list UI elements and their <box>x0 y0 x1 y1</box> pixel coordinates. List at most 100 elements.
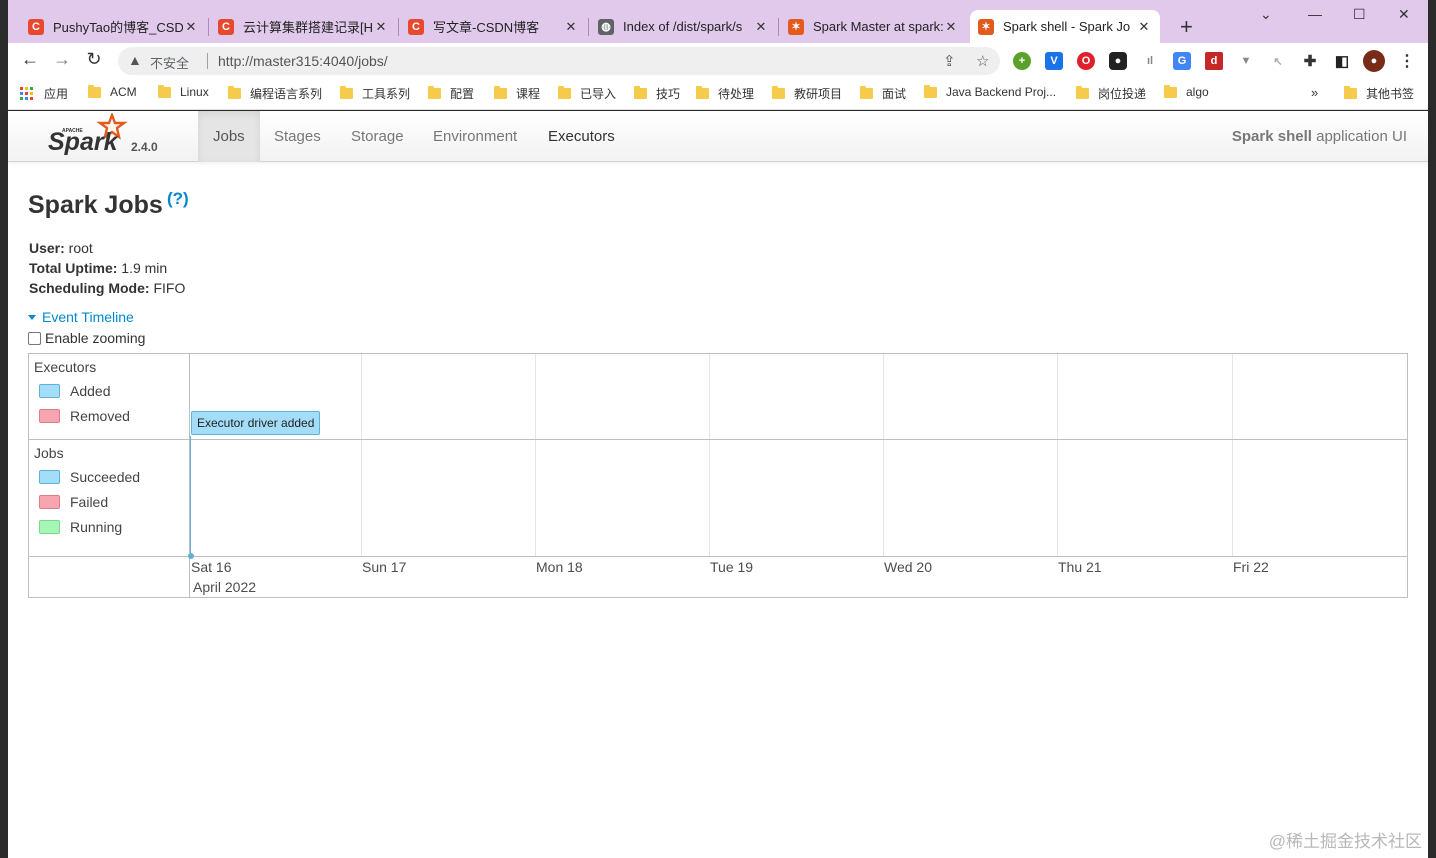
extension-v-icon[interactable]: V <box>1045 52 1063 70</box>
bookmark-label: ACM <box>110 85 137 99</box>
folder-icon <box>1076 86 1089 99</box>
close-tab-icon[interactable]: ✕ <box>373 19 389 35</box>
extension-opera-icon[interactable]: O <box>1077 52 1095 70</box>
reload-icon[interactable]: ↻ <box>82 49 106 70</box>
spark-navbar: APACHE Spark 2.4.0 Jobs Stages Storage Envi… <box>8 111 1428 162</box>
browser-tab[interactable]: ◍ Index of /dist/spark/s ✕ <box>590 10 777 43</box>
close-tab-icon[interactable]: ✕ <box>563 19 579 35</box>
enable-zooming[interactable]: Enable zooming <box>28 330 145 346</box>
tab-title: Index of /dist/spark/s <box>623 19 743 34</box>
bookmark-folder[interactable]: 编程语言系列 <box>228 85 322 102</box>
axis-day-label: Tue 19 <box>710 559 754 575</box>
user-label: User: <box>29 240 65 256</box>
spark-page: APACHE Spark 2.4.0 Jobs Stages Storage Envi… <box>8 111 1428 858</box>
browser-tab[interactable]: ✶ Spark shell - Spark Jo ✕ <box>970 10 1160 43</box>
browser-tab[interactable]: C 云计算集群搭建记录[Ha ✕ <box>210 10 397 43</box>
bookmark-folder[interactable]: 待处理 <box>696 85 754 102</box>
spark-version: 2.4.0 <box>131 140 158 154</box>
folder-icon <box>340 86 353 99</box>
extension-bars-icon[interactable]: ıl <box>1141 52 1159 70</box>
apps-shortcut[interactable]: 应用 <box>20 85 68 102</box>
timeline-gridline <box>1232 354 1233 557</box>
bookmark-folder[interactable]: 面试 <box>860 85 906 102</box>
event-timeline-toggle[interactable]: Event Timeline <box>28 309 134 325</box>
bookmark-folder[interactable]: 配置 <box>428 85 474 102</box>
bookmark-folder[interactable]: Java Backend Proj... <box>924 84 1056 99</box>
bookmark-folder[interactable]: Linux <box>158 84 209 99</box>
tab-title: PushyTao的博客_CSDN <box>53 20 183 35</box>
nav-tab-jobs[interactable]: Jobs <box>198 111 260 162</box>
browser-tab[interactable]: C PushyTao的博客_CSDN ✕ <box>20 10 207 43</box>
bookmark-folder[interactable]: 已导入 <box>558 85 616 102</box>
extension-plus-icon[interactable]: + <box>1013 52 1031 70</box>
bookmark-folder[interactable]: 工具系列 <box>340 85 410 102</box>
extension-translate-icon[interactable]: G <box>1173 52 1191 70</box>
bookmark-folder[interactable]: 教研项目 <box>772 85 842 102</box>
browser-tab-strip: C PushyTao的博客_CSDN ✕ C 云计算集群搭建记录[Ha ✕ C 写文章-CSD… <box>8 0 1428 43</box>
timeline-group-labels: Executors Added Removed Jobs Succeeded Fai… <box>29 354 190 597</box>
application-name: Spark shell application UI <box>1232 128 1407 145</box>
side-panel-icon[interactable]: ◧ <box>1333 52 1351 70</box>
folder-icon <box>228 86 241 99</box>
menu-dots-icon[interactable]: ⋮ <box>1398 52 1416 70</box>
csdn-icon: C <box>28 18 44 35</box>
nav-tab-stages[interactable]: Stages <box>259 111 336 162</box>
nav-tab-executors[interactable]: Executors <box>533 111 630 162</box>
extension-red-square-icon[interactable]: d <box>1205 52 1223 70</box>
help-link[interactable]: (?) <box>167 189 189 209</box>
more-bookmarks-button[interactable]: » <box>1311 85 1318 100</box>
bookmark-folder[interactable]: 课程 <box>494 85 540 102</box>
legend-item-added: Added <box>39 383 110 399</box>
address-bar[interactable]: ▲ 不安全 http://master315:4040/jobs/ ⇪ ☆ <box>118 47 1000 75</box>
legend-label: Added <box>70 383 111 399</box>
extension-eyes-icon[interactable]: ● <box>1109 52 1127 70</box>
close-window-icon[interactable]: ✕ <box>1398 6 1410 23</box>
executor-added-event[interactable]: Executor driver added <box>191 411 321 435</box>
minimize-icon[interactable]: — <box>1308 6 1322 22</box>
bookmark-folder[interactable]: algo <box>1164 84 1209 99</box>
tab-title: 云计算集群搭建记录[Ha <box>243 20 373 35</box>
profile-avatar[interactable]: ● <box>1363 50 1385 72</box>
new-tab-button[interactable]: + <box>1180 14 1193 40</box>
axis-day-label: Thu 21 <box>1058 559 1102 575</box>
bookmark-folder[interactable]: 岗位投递 <box>1076 85 1146 102</box>
bookmark-folder[interactable]: ACM <box>88 84 137 99</box>
browser-tab[interactable]: ✶ Spark Master at spark: ✕ <box>780 10 967 43</box>
maximize-icon[interactable]: ☐ <box>1353 6 1366 23</box>
browser-tab[interactable]: C 写文章-CSDN博客 ✕ <box>400 10 587 43</box>
share-icon[interactable]: ⇪ <box>943 52 956 70</box>
bookmark-star-icon[interactable]: ☆ <box>976 52 989 70</box>
folder-icon <box>772 86 785 99</box>
close-tab-icon[interactable]: ✕ <box>753 19 769 35</box>
tab-search-icon[interactable]: ⌄ <box>1260 6 1272 23</box>
bookmark-label: algo <box>1186 85 1209 99</box>
close-tab-icon[interactable]: ✕ <box>943 19 959 35</box>
extension-arrow-icon[interactable]: ↖ <box>1269 52 1287 70</box>
zoom-checkbox[interactable] <box>28 331 41 345</box>
url-text[interactable]: http://master315:4040/jobs/ <box>218 53 388 69</box>
legend-swatch <box>39 520 60 534</box>
extensions-puzzle-icon[interactable]: ✚ <box>1301 52 1319 70</box>
spark-icon: ✶ <box>788 18 804 35</box>
back-icon[interactable]: ← <box>18 49 42 70</box>
bookmarks-bar: 应用 ACM Linux 编程语言系列 工具系列 配置 课程 已导入 技巧 待处理 教研项目 面试 Ja… <box>8 79 1428 110</box>
extension-vue-icon[interactable]: ▼ <box>1237 52 1255 70</box>
close-tab-icon[interactable]: ✕ <box>1136 19 1152 35</box>
legend-label: Removed <box>70 408 130 424</box>
legend-swatch <box>39 470 60 484</box>
forward-icon[interactable]: → <box>50 49 74 70</box>
event-timeline[interactable]: Executors Added Removed Jobs Succeeded Fai… <box>28 353 1408 598</box>
group-divider <box>29 439 1407 440</box>
spark-icon: ✶ <box>978 18 994 35</box>
spark-logo[interactable]: APACHE Spark <box>48 113 128 157</box>
folder-icon <box>924 84 937 98</box>
nav-tab-storage[interactable]: Storage <box>336 111 419 162</box>
nav-tab-environment[interactable]: Environment <box>418 111 532 162</box>
close-tab-icon[interactable]: ✕ <box>183 19 199 35</box>
bookmark-folder[interactable]: 技巧 <box>634 85 680 102</box>
folder-icon <box>428 86 441 99</box>
scheduling-info: Scheduling Mode: FIFO <box>29 280 185 296</box>
zoom-label: Enable zooming <box>45 330 146 346</box>
other-bookmarks[interactable]: 其他书签 <box>1344 85 1414 102</box>
folder-icon <box>860 86 873 99</box>
